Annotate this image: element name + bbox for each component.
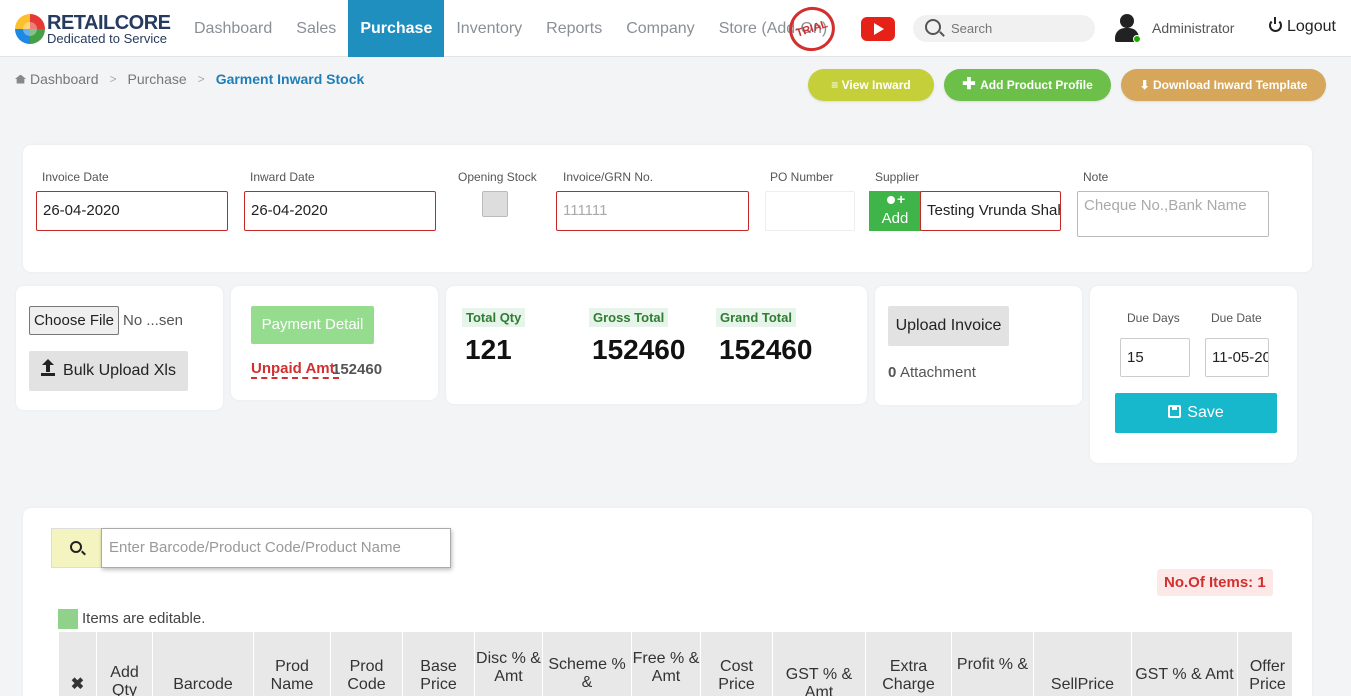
download-template-button[interactable]: ⬇ Download Inward Template xyxy=(1121,69,1326,101)
download-icon: ⬇ xyxy=(1139,78,1153,92)
due-date-label: Due Date xyxy=(1211,311,1262,325)
col-prod-name: Prod Name xyxy=(253,632,330,696)
unpaid-amount-value: 152460 xyxy=(332,361,383,378)
search-input[interactable] xyxy=(951,19,1081,38)
col-offer-price: Offer Price xyxy=(1237,632,1292,696)
table-header: ✖ Add Qty Barcode Prod Name Prod Code Ba… xyxy=(58,632,1292,696)
save-icon xyxy=(1168,405,1182,418)
breadcrumb-dashboard[interactable]: Dashboard xyxy=(30,71,99,87)
file-status-text: No ...sen xyxy=(123,312,184,329)
col-disc: Disc % & Amt xyxy=(474,632,542,696)
col-profit: Profit % & xyxy=(951,632,1033,696)
brand-tagline: Dedicated to Service xyxy=(47,31,167,46)
chevron-right-icon: > xyxy=(197,72,205,86)
invoice-no-input[interactable]: 111111 xyxy=(556,191,749,231)
logout-label: Logout xyxy=(1287,18,1336,35)
invoice-date-label: Invoice Date xyxy=(42,170,109,184)
add-user-icon xyxy=(885,191,905,210)
add-product-profile-button[interactable]: ✚ Add Product Profile xyxy=(944,69,1111,101)
upload-icon xyxy=(41,359,56,376)
col-free: Free % & Amt xyxy=(631,632,700,696)
inward-date-label: Inward Date xyxy=(250,170,315,184)
view-inward-button[interactable]: ≡ View Inward xyxy=(808,69,934,101)
note-label: Note xyxy=(1083,170,1109,184)
po-number-label: PO Number xyxy=(770,170,834,184)
logout-button[interactable]: Logout xyxy=(1269,17,1336,36)
due-date-input[interactable]: 11-05-2020 xyxy=(1205,338,1269,377)
top-navbar: RETAILCORE Dedicated to Service Dashboar… xyxy=(0,0,1351,58)
plus-icon: ✚ xyxy=(962,76,981,93)
delete-column-header: ✖ xyxy=(58,632,96,696)
nav-inventory[interactable]: Inventory xyxy=(444,0,534,57)
breadcrumb-purchase[interactable]: Purchase xyxy=(128,71,187,87)
nav-reports[interactable]: Reports xyxy=(534,0,614,57)
col-sell-price: SellPrice xyxy=(1033,632,1131,696)
supplier-label: Supplier xyxy=(875,170,920,184)
user-name[interactable]: Administrator xyxy=(1152,20,1234,36)
bulk-upload-button[interactable]: Bulk Upload Xls xyxy=(29,351,188,391)
col-barcode: Barcode xyxy=(152,632,253,696)
note-textarea[interactable]: Cheque No.,Bank Name xyxy=(1077,191,1269,237)
total-qty-label: Total Qty xyxy=(462,308,526,327)
col-prod-code: Prod Code xyxy=(330,632,402,696)
grand-total-value: 152460 xyxy=(719,334,813,365)
save-button[interactable]: Save xyxy=(1115,393,1277,433)
upload-invoice-button[interactable]: Upload Invoice xyxy=(888,306,1009,346)
choose-file-button[interactable]: Choose File xyxy=(29,306,119,335)
unpaid-amount-label: Unpaid Amt. xyxy=(251,360,339,379)
chevron-right-icon: > xyxy=(109,72,117,86)
product-search-input[interactable]: Enter Barcode/Product Code/Product Name xyxy=(101,528,451,568)
globe-icon xyxy=(15,14,45,44)
list-icon: ≡ xyxy=(831,78,842,92)
editable-legend-text: Items are editable. xyxy=(82,610,206,627)
total-qty-value: 121 xyxy=(465,334,512,365)
gross-total-label: Gross Total xyxy=(589,308,669,327)
nav-purchase[interactable]: Purchase xyxy=(348,0,445,57)
attachment-label[interactable]: Attachment xyxy=(900,364,976,381)
gross-total-value: 152460 xyxy=(592,334,686,365)
power-icon xyxy=(1269,17,1282,32)
col-base-price: Base Price xyxy=(402,632,474,696)
add-supplier-button[interactable]: Add xyxy=(869,191,921,231)
payment-detail-button[interactable]: Payment Detail xyxy=(251,306,374,344)
breadcrumb-current: Garment Inward Stock xyxy=(215,71,365,87)
grand-total-label: Grand Total xyxy=(716,308,796,327)
product-search-button[interactable] xyxy=(51,528,101,568)
youtube-icon[interactable] xyxy=(861,17,895,41)
opening-stock-checkbox[interactable] xyxy=(482,191,508,217)
search-icon xyxy=(925,19,941,35)
brand-logo[interactable]: RETAILCORE Dedicated to Service xyxy=(15,12,175,48)
supplier-input[interactable]: Testing Vrunda Shah xyxy=(920,191,1061,231)
home-icon xyxy=(15,74,26,84)
nav-sales[interactable]: Sales xyxy=(284,0,348,57)
user-avatar-icon[interactable] xyxy=(1113,14,1141,44)
col-gst-2: GST % & Amt xyxy=(1131,632,1237,696)
po-number-input[interactable] xyxy=(765,191,855,231)
global-search[interactable] xyxy=(913,15,1095,42)
breadcrumb: Dashboard > Purchase > Garment Inward St… xyxy=(15,71,364,87)
invoice-date-input[interactable]: 26-04-2020 xyxy=(36,191,228,231)
search-icon xyxy=(70,541,82,553)
col-gst-1: GST % & Amt xyxy=(772,632,865,696)
attachment-count: 0 xyxy=(888,364,897,381)
due-days-input[interactable]: 15 xyxy=(1120,338,1190,377)
items-count-badge: No.Of Items: 1 xyxy=(1157,569,1273,596)
upload-card xyxy=(16,286,223,410)
invoice-no-label: Invoice/GRN No. xyxy=(563,170,654,184)
col-scheme: Scheme % & xyxy=(542,632,631,696)
due-days-label: Due Days xyxy=(1127,311,1180,325)
editable-legend-swatch xyxy=(58,609,78,629)
col-add-qty: Add Qty xyxy=(96,632,152,696)
col-extra-charge: Extra Charge xyxy=(865,632,951,696)
opening-stock-label: Opening Stock xyxy=(458,170,537,184)
main-nav: Dashboard Sales Purchase Inventory Repor… xyxy=(182,0,839,57)
col-cost-price: Cost Price xyxy=(700,632,772,696)
items-count-value: 1 xyxy=(1257,574,1266,591)
nav-dashboard[interactable]: Dashboard xyxy=(182,0,284,57)
inward-date-input[interactable]: 26-04-2020 xyxy=(244,191,436,231)
online-status-dot xyxy=(1133,35,1141,43)
nav-company[interactable]: Company xyxy=(614,0,706,57)
